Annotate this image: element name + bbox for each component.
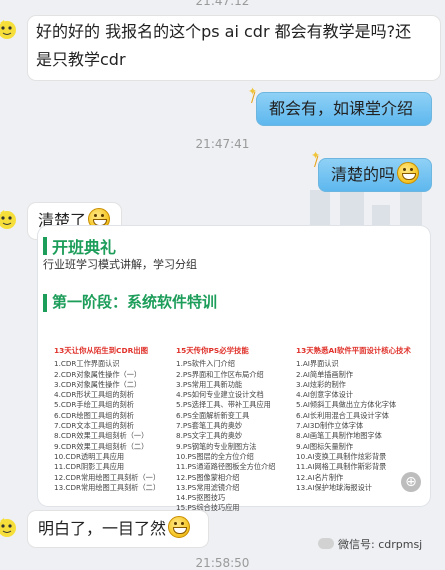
course-item: 6.CDR绘图工具组的刻析 <box>54 410 134 420</box>
user-avatar-icon[interactable] <box>0 516 18 538</box>
message-bubble[interactable]: 明白了，一目了然 <box>28 511 208 547</box>
column-head: 15天传你PS必学技能 <box>176 346 249 355</box>
course-column-cdr: 13天让你从陌生到CDR出图 1.CDR工作界面认识 2.CDR对象属性操作（一… <box>54 346 170 493</box>
course-item: 4.PS如何专业建立设计文档 <box>176 390 264 400</box>
grin-emoji-icon <box>168 516 191 538</box>
column-head: 13天让你从陌生到CDR出图 <box>54 346 149 355</box>
timestamp: 21:47:41 <box>195 137 250 151</box>
course-item: 7.PS套笔工具的奥妙 <box>176 421 243 431</box>
course-column-ps: 15天传你PS必学技能 1.PS软件入门介绍 2.PS界面和工作区布局介绍 3.… <box>176 346 292 514</box>
course-item: 1.CDR工作界面认识 <box>54 359 120 369</box>
course-item: 3.PS常用工具新功能 <box>176 379 243 389</box>
watermark: 微信号: cdrpmsj <box>318 536 422 552</box>
course-item: 13.PS常用滤镜介绍 <box>176 482 240 492</box>
course-item: 3.CDR对象属性操作（二） <box>54 379 142 389</box>
wechat-icon <box>318 538 334 549</box>
course-item: 2.PS界面和工作区布局介绍 <box>176 369 264 379</box>
course-item: 7.AI3D制作立体字体 <box>296 421 364 431</box>
course-item: 12.PS图像蒙相介绍 <box>176 472 240 482</box>
course-item: 9.CDR效果工具组刻析（二） <box>54 441 149 451</box>
course-item: 11.PS通道路径图板全方位介绍 <box>176 462 276 472</box>
course-item: 10.PS图层的全方位介绍 <box>176 451 254 461</box>
watermark-text: 微信号: cdrpmsj <box>338 538 423 551</box>
column-head: 13天熟悉AI软件平面设计核心技术 <box>296 346 411 355</box>
message-text: 明白了，一目了然 <box>38 519 167 538</box>
course-item: 5.PS选择工具、带补工具应用 <box>176 400 271 410</box>
course-item: 4.CDR形状工具组的刻析 <box>54 390 134 400</box>
section-bar <box>43 237 47 255</box>
course-item: 5.CDR手绘工具组的刻析 <box>54 400 134 410</box>
timestamp: 21:58:50 <box>195 556 250 570</box>
card-subtitle: 行业班学习模式讲解，学习分组 <box>43 258 197 271</box>
section-bar <box>43 294 47 312</box>
course-item: 11.AI网格工具制作斯彩背景 <box>296 462 387 472</box>
stage-title: 第一阶段：系统软件特训 <box>52 293 218 311</box>
course-column-ai: 13天熟悉AI软件平面设计核心技术 1.AI界面认识 2.AI简单插画制作 3.… <box>296 346 420 493</box>
message-text: 都会有，如课堂介绍 <box>269 99 414 118</box>
grin-emoji-icon <box>397 162 420 184</box>
course-item: 6.PS全面解析新变工具 <box>176 410 250 420</box>
course-item: 8.CDR效果工具组刻析（一） <box>54 431 149 441</box>
course-item: 8.AI画笔工具制作地图字体 <box>296 431 382 441</box>
course-item: 4.AI创意字体设计 <box>296 390 354 400</box>
course-item: 1.AI界面认识 <box>296 359 339 369</box>
message-text-line: 是只教学cdr <box>36 50 126 69</box>
course-item: 5.AI倾斜工具做出立方体化字体 <box>296 400 397 410</box>
course-item: 1.PS软件入门介绍 <box>176 359 235 369</box>
magic-wand-icon: / ✦ <box>248 85 258 106</box>
course-item: 9.AI图标矢量制作 <box>296 441 354 451</box>
course-item: 6.AI长利用混合工具设计字体 <box>296 410 389 420</box>
zoom-icon[interactable]: ⊕ <box>401 472 421 492</box>
course-item: 7.CDR文本工具组的刻析 <box>54 421 134 431</box>
card-title: 开班典礼 <box>52 238 117 257</box>
message-bubble[interactable]: 好的好的 我报名的这个ps ai cdr 都会有教学是吗?还 是只教学cdr <box>28 16 440 80</box>
message-bubble[interactable]: 清楚的吗 <box>318 158 432 192</box>
message-bubble[interactable]: 都会有，如课堂介绍 <box>256 92 432 126</box>
message-text: 清楚的吗 <box>331 165 396 184</box>
course-item: 8.PS文字工具的奥妙 <box>176 431 243 441</box>
course-item: 2.CDR对象属性操作（一） <box>54 369 142 379</box>
course-item: 2.AI简单插画制作 <box>296 369 354 379</box>
course-item: 10.AI变换工具制作炫彩背景 <box>296 451 387 461</box>
course-item: 12.CDR常用绘图工具刻析（一） <box>54 472 161 482</box>
message-text-line: 好的好的 我报名的这个ps ai cdr 都会有教学是吗?还 <box>36 22 412 41</box>
user-avatar-icon[interactable] <box>0 208 18 230</box>
timestamp: 21:47:12 <box>195 0 250 8</box>
course-item: 13.CDR常用绘图工具刻析（二） <box>54 482 161 492</box>
course-item: 11.CDR阴影工具应用 <box>54 462 125 472</box>
user-avatar-icon[interactable] <box>0 18 18 40</box>
course-item: 14.PS抠图技巧 <box>176 493 226 503</box>
course-item: 10.CDR透明工具应用 <box>54 451 125 461</box>
course-item: 9.PS钢笔的专业制图方法 <box>176 441 257 451</box>
course-item: 3.AI炫彩的制作 <box>296 379 346 389</box>
